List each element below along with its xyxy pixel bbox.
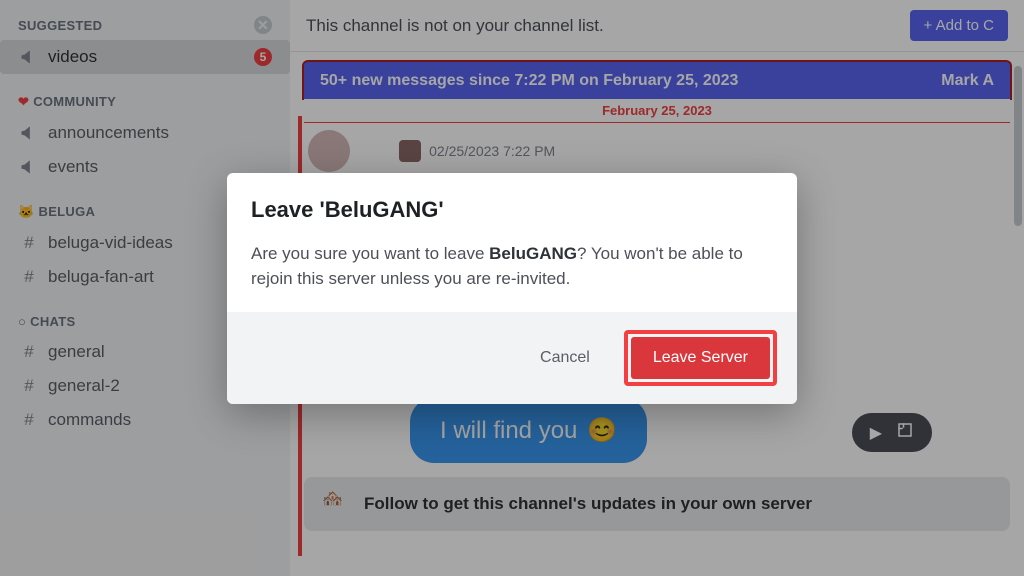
modal-text-pre: Are you sure you want to leave — [251, 244, 489, 263]
modal-overlay[interactable]: Leave 'BeluGANG' Are you sure you want t… — [0, 0, 1024, 576]
server-name: BeluGANG — [489, 244, 577, 263]
highlight-box: Leave Server — [624, 330, 777, 386]
cancel-button[interactable]: Cancel — [524, 339, 606, 377]
modal-title: Leave 'BeluGANG' — [251, 197, 773, 223]
modal-footer: Cancel Leave Server — [227, 312, 797, 404]
modal-text: Are you sure you want to leave BeluGANG?… — [251, 241, 773, 292]
leave-server-modal: Leave 'BeluGANG' Are you sure you want t… — [227, 173, 797, 404]
leave-server-button[interactable]: Leave Server — [631, 337, 770, 379]
